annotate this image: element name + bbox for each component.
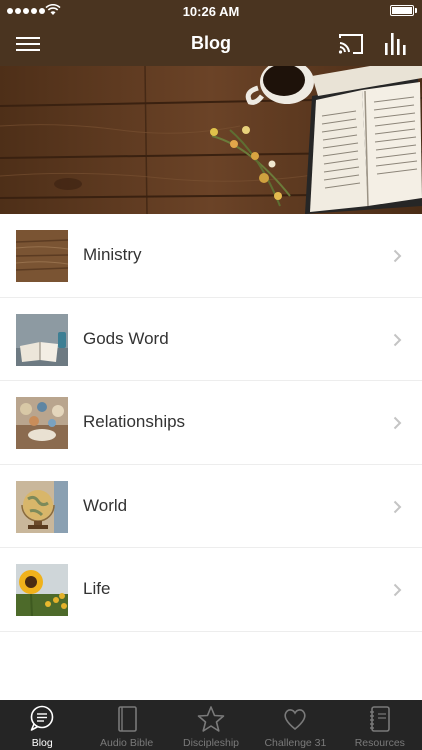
tab-challenge-31[interactable]: Challenge 31 xyxy=(253,700,337,750)
heart-icon xyxy=(284,709,307,731)
tab-label: Discipleship xyxy=(183,737,240,749)
chevron-right-icon xyxy=(393,333,402,346)
tab-resources[interactable]: Resources xyxy=(338,700,422,750)
relationships-thumbnail xyxy=(16,397,68,449)
category-label: World xyxy=(83,495,128,515)
star-icon xyxy=(197,706,225,732)
tab-audio-bible[interactable]: Audio Bible xyxy=(84,700,168,750)
category-item-relationships[interactable]: Relationships xyxy=(0,381,422,465)
notebook-icon xyxy=(369,706,390,732)
life-thumbnail xyxy=(16,564,68,616)
category-label: Life xyxy=(83,579,111,598)
bar-chart-icon[interactable] xyxy=(384,31,406,57)
navigation-bar: Blog xyxy=(0,22,422,66)
tab-label: Resources xyxy=(354,737,405,749)
category-list: Ministry Gods Word Relationships World L… xyxy=(0,214,422,632)
cast-icon[interactable] xyxy=(338,32,364,56)
chevron-right-icon xyxy=(393,249,402,263)
hero-image xyxy=(0,66,422,214)
app-header: 10:26 AM Blog xyxy=(0,0,422,66)
chevron-right-icon xyxy=(393,416,402,430)
category-item-gods-word[interactable]: Gods Word xyxy=(0,297,422,381)
world-thumbnail xyxy=(16,480,68,533)
category-item-life[interactable]: Life xyxy=(0,548,422,632)
tab-discipleship[interactable]: Discipleship xyxy=(169,700,253,750)
chevron-right-icon xyxy=(393,500,402,513)
status-bar: 10:26 AM xyxy=(0,0,422,22)
battery-icon xyxy=(390,5,414,16)
gods-word-thumbnail xyxy=(16,313,68,366)
tab-label: Challenge 31 xyxy=(264,737,327,749)
status-time: 10:26 AM xyxy=(182,4,240,19)
bottom-tab-bar: Blog Audio Bible Discipleship Challenge … xyxy=(0,700,422,750)
battery-tip xyxy=(415,8,417,13)
tab-label: Audio Bible xyxy=(100,737,154,749)
category-label: Relationships xyxy=(83,412,186,431)
wood-table-bible-illustration xyxy=(0,66,422,214)
chevron-right-icon xyxy=(393,583,402,597)
category-label: Gods Word xyxy=(83,328,169,348)
category-item-world[interactable]: World xyxy=(0,464,422,548)
category-item-ministry[interactable]: Ministry xyxy=(0,214,422,298)
tab-label: Blog xyxy=(31,737,53,749)
category-label: Ministry xyxy=(83,245,142,264)
tab-blog[interactable]: Blog xyxy=(0,700,84,750)
book-icon xyxy=(117,706,137,732)
chat-bubble-icon xyxy=(30,705,54,731)
ministry-thumbnail xyxy=(16,230,68,282)
